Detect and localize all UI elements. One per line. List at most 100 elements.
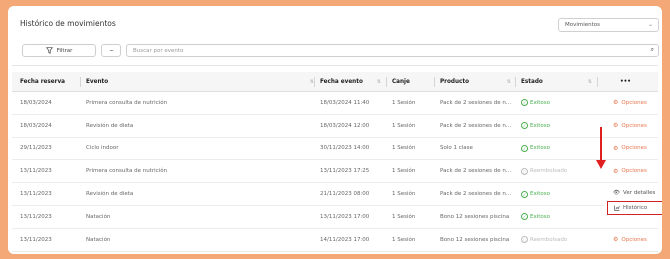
movements-select[interactable]: Movimientos ⌄ (558, 18, 659, 32)
options-button[interactable]: ⚙Opciones (613, 92, 662, 114)
options-dropdown: 👁 Ver detalles Histórico (604, 186, 662, 222)
gear-icon: ⚙ (613, 236, 619, 244)
annotation-arrow (600, 127, 602, 162)
sort-icon: ⇅ (376, 78, 381, 85)
options-label: Opciones (621, 168, 647, 175)
cell-producto: Pack de 2 sesiones de n... (440, 168, 512, 175)
cell-producto: Pack de 2 sesiones de n... (440, 122, 512, 129)
check-circle-icon: ✓ (521, 144, 528, 152)
check-circle-icon: ✓ (521, 99, 528, 107)
status-badge: ○ Reembolsado (521, 160, 596, 182)
cell-fecha-evento: 18/03/2024 12:00 (320, 122, 370, 129)
search-icon: ⌕ (650, 46, 654, 53)
sort-icon: ⇅ (506, 78, 511, 85)
options-button[interactable]: ⚙Opciones (613, 115, 662, 137)
chevron-down-icon: ⌄ (647, 21, 653, 28)
cell-canje: 1 Sesión (392, 122, 416, 129)
cell-evento: Primera consulta de nutrición (86, 99, 168, 106)
cell-evento: Natación (86, 213, 111, 220)
check-circle-icon: ✓ (521, 213, 528, 221)
header-canje[interactable]: Canje (392, 72, 437, 91)
status-label: Exitoso (530, 191, 551, 198)
gear-icon: ⚙ (613, 167, 619, 175)
header-fecha-evento[interactable]: Fecha evento ⇅ (320, 72, 385, 91)
table-body: 18/03/2024 Primera consulta de nutrición 1… (12, 92, 658, 252)
cell-evento: Primera consulta de nutrición (86, 168, 168, 175)
cell-fecha-reserva: 18/03/2024 (20, 99, 52, 106)
status-label: Exitoso (530, 122, 551, 129)
cell-canje: 1 Sesión (392, 191, 416, 198)
filter-icon (45, 47, 53, 54)
refund-circle-icon: ○ (521, 236, 528, 244)
options-label: Opciones (621, 99, 647, 106)
header-actions[interactable]: ••• (620, 72, 640, 91)
eye-icon: 👁 (613, 190, 620, 196)
cell-evento: Revisión de dieta (86, 191, 134, 198)
status-badge: ○ Reembolsado (521, 229, 596, 251)
cell-canje: 1 Sesión (392, 99, 416, 106)
refund-circle-icon: ○ (521, 167, 528, 175)
cell-fecha-reserva: 18/03/2024 (20, 122, 52, 129)
page-title: Histórico de movimientos (20, 19, 116, 28)
historico-item[interactable]: Histórico (607, 201, 662, 215)
status-label: Reembolsado (530, 236, 568, 243)
filter-button[interactable]: Filtrar (22, 44, 96, 57)
cell-fecha-reserva: 13/11/2023 (20, 168, 52, 175)
movements-table: Fecha reserva Evento ⇅ Fecha evento ⇅ Canj… (12, 72, 658, 252)
gear-icon: ⚙ (613, 144, 619, 152)
options-label: Opciones (621, 145, 647, 152)
ver-detalles-item[interactable]: 👁 Ver detalles (607, 186, 662, 200)
status-badge: ✓ Exitoso (521, 115, 596, 137)
cell-fecha-reserva: 13/11/2023 (20, 191, 52, 198)
table-row: 13/11/2023 Natación 13/11/2023 17:00 1 Sesi… (12, 206, 658, 229)
cell-evento: Natación (86, 236, 111, 243)
status-badge: ✓ Exitoso (521, 183, 596, 205)
cell-fecha-reserva: 13/11/2023 (20, 213, 52, 220)
cell-canje: 1 Sesión (392, 213, 416, 220)
check-circle-icon: ✓ (521, 190, 528, 198)
status-badge: ✓ Exitoso (521, 92, 596, 114)
options-button[interactable]: ⚙Opciones (613, 138, 662, 160)
options-button[interactable]: ⚙Opciones (613, 229, 662, 251)
status-label: Reembolsado (530, 168, 568, 175)
cell-producto: Bono 12 sesiones piscina (440, 236, 510, 243)
cell-fecha-evento: 14/11/2023 17:00 (320, 236, 370, 243)
cell-canje: 1 Sesión (392, 236, 416, 243)
cell-producto: Bono 12 sesiones piscina (440, 213, 510, 220)
status-badge: ✓ Exitoso (521, 138, 596, 160)
header-estado[interactable]: Estado ⇅ (521, 72, 596, 91)
status-label: Exitoso (530, 213, 551, 220)
header-evento[interactable]: Evento ⇅ (86, 72, 318, 91)
status-label: Exitoso (530, 99, 551, 106)
cell-canje: 1 Sesión (392, 168, 416, 175)
chart-icon (614, 205, 620, 211)
table-row: 18/03/2024 Primera consulta de nutrición 1… (12, 92, 658, 115)
cell-fecha-evento: 13/11/2023 17:25 (320, 168, 370, 175)
annotation-arrow-head (596, 160, 606, 169)
options-button[interactable]: ⚙Opciones (613, 160, 662, 182)
search-input[interactable]: Buscar por evento ⌕ (126, 44, 659, 57)
cell-fecha-evento: 21/11/2023 08:00 (320, 191, 370, 198)
header-card: Histórico de movimientos Movimientos ⌄ F… (12, 8, 659, 66)
cell-fecha-evento: 30/11/2023 14:00 (320, 145, 370, 152)
ver-detalles-label: Ver detalles (622, 190, 656, 196)
table-row: 13/11/2023 Primera consulta de nutrición 1… (12, 160, 658, 184)
table-row: 18/03/2024 Revisión de dieta 18/03/2024 12… (12, 115, 658, 138)
select-value: Movimientos (565, 22, 601, 28)
cell-canje: 1 Sesión (392, 145, 416, 152)
cell-producto: Pack de 2 sesiones de n... (440, 191, 512, 198)
check-circle-icon: ✓ (521, 122, 528, 130)
cell-fecha-evento: 13/11/2023 17:00 (320, 213, 370, 220)
filter-label: Filtrar (56, 47, 73, 54)
cell-fecha-reserva: 29/11/2023 (20, 145, 52, 152)
historico-label: Histórico (623, 205, 648, 211)
table-row: 13/11/2023 Natación 14/11/2023 17:00 1 Sesi… (12, 229, 658, 252)
search-placeholder: Buscar por evento (133, 48, 184, 54)
header-fecha-reserva[interactable]: Fecha reserva (20, 72, 75, 91)
options-label: Opciones (621, 122, 647, 129)
status-label: Exitoso (530, 145, 551, 152)
table-row: 29/11/2023 Ciclo indoor 30/11/2023 14:00 1 … (12, 138, 658, 161)
movements-panel: Histórico de movimientos Movimientos ⌄ F… (8, 6, 662, 254)
more-options-button[interactable]: ··· (101, 44, 121, 57)
header-producto[interactable]: Producto ⇅ (440, 72, 515, 91)
